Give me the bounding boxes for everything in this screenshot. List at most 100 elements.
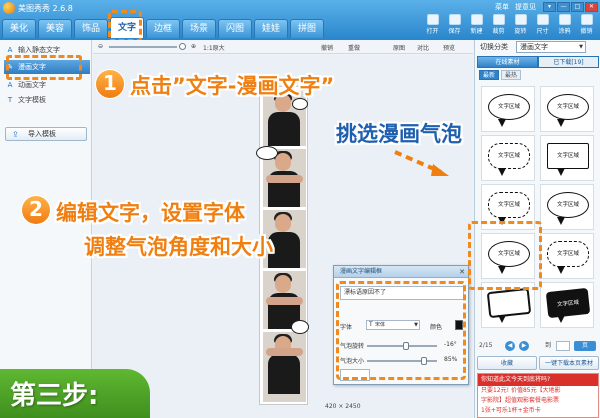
ad-banner[interactable]: 你知道此文今天到底将吗? 只要12元! 价值85元【大地影 字影院】超值观影套餐…	[477, 373, 599, 418]
bubble-template-item[interactable]: 文字区域	[540, 135, 594, 181]
import-template-button[interactable]: ⇪ 导入模板	[5, 127, 87, 141]
new-button[interactable]: 新建	[467, 13, 486, 39]
tab-downloaded[interactable]: 已下载[19]	[538, 56, 599, 68]
tab-border[interactable]: 边框	[146, 19, 180, 38]
tab-flash[interactable]: 闪图	[218, 19, 252, 38]
goto-page-button[interactable]: 页	[574, 341, 596, 351]
close-button[interactable]: ✕	[585, 2, 598, 12]
tab-doll[interactable]: 娃娃	[254, 19, 288, 38]
resize-label: 尺寸	[536, 28, 549, 35]
zoom-out-icon[interactable]: ⊖	[98, 43, 103, 50]
folder-icon	[426, 14, 439, 25]
original-button[interactable]: 原图	[393, 43, 405, 52]
redo-canvas-button[interactable]: 重做	[348, 43, 360, 52]
speech-bubble: 文字区域	[547, 241, 589, 267]
bubble-template-item[interactable]: 文字区域	[540, 233, 594, 279]
title-bar: 美图秀秀 2.6.8 菜单 提意见 ▾ — □ ✕ 美化 美容 饰品 文字 边框…	[0, 0, 600, 40]
page-indicator: 2/15	[479, 342, 493, 349]
preview-button[interactable]: 预览	[443, 43, 455, 52]
undo-button[interactable]: 撤销	[577, 13, 596, 39]
feedback-link[interactable]: 提意见	[515, 2, 536, 12]
bubble-template-item[interactable]: 文字区域	[540, 282, 594, 328]
crop-button[interactable]: 裁剪	[489, 13, 508, 39]
speech-bubble: 文字区域	[547, 94, 589, 120]
doodle-label: 涂鸦	[558, 28, 571, 35]
tab-face[interactable]: 美容	[38, 19, 72, 38]
rotate-button[interactable]: 旋转	[511, 13, 530, 39]
ad-line: 只要12元! 价值85元【大地影	[481, 387, 561, 394]
bubble-tail	[498, 315, 506, 323]
speech-bubble: 文字区域	[488, 94, 530, 120]
category-label: 切换分类	[480, 43, 508, 51]
menu-link[interactable]: 菜单	[495, 2, 509, 12]
comic-bubble-preview[interactable]	[291, 320, 309, 334]
image-size-readout: 420 × 2450	[325, 403, 361, 410]
figure	[266, 348, 303, 356]
bubble-template-item[interactable]: 文字区域	[540, 86, 594, 132]
tab-hottest[interactable]: 最热	[501, 70, 521, 80]
tab-beautify[interactable]: 美化	[2, 19, 36, 38]
favorite-button[interactable]: 收藏	[477, 356, 537, 370]
zoom-slider[interactable]	[109, 46, 177, 48]
sidebar-item-text-template[interactable]: T 文字模板	[4, 93, 90, 107]
next-page-icon[interactable]: ▶	[519, 341, 529, 351]
save-button[interactable]: 保存	[445, 13, 464, 39]
title-links: 菜单 提意见	[495, 2, 536, 12]
bubble-tail	[557, 119, 565, 127]
zoom-in-icon[interactable]: ⊕	[191, 43, 196, 50]
bubble-template-item[interactable]: 文字区域	[540, 184, 594, 230]
bubble-template-item[interactable]: 文字区域	[481, 135, 535, 181]
category-row: 切换分类 漫画文字 ▼	[475, 40, 600, 54]
zoom-actual-label[interactable]: 1:1原大	[203, 43, 225, 52]
text-a-icon: A	[7, 81, 13, 89]
bubble-tail	[557, 168, 565, 176]
dialog-highlight	[336, 281, 466, 380]
tab-newest[interactable]: 最新	[479, 70, 499, 80]
download-page-button[interactable]: 一键下载本页素材	[539, 356, 599, 370]
main-nav-tabs: 美化 美容 饰品 文字 边框 场景 闪图 娃娃 拼图	[2, 17, 324, 40]
material-tabs: 在线素材 已下载[19]	[477, 56, 599, 68]
text-tab-highlight	[108, 10, 142, 42]
ad-headline: 你知道此文今天到底将吗?	[478, 374, 598, 386]
skin-button[interactable]: ▾	[543, 2, 556, 12]
maximize-button[interactable]: □	[571, 2, 584, 12]
chevron-down-icon: ▼	[579, 44, 583, 50]
tab-collage[interactable]: 拼图	[290, 19, 324, 38]
import-template-label: 导入模板	[28, 130, 56, 138]
figure	[275, 214, 291, 232]
canvas-toolbar: ⊖ ⊕ 1:1原大 撤销 重做 原图 对比 预览	[93, 40, 473, 54]
speech-bubble	[486, 287, 532, 319]
dialog-close-icon[interactable]: ✕	[458, 268, 466, 276]
tab-online-material[interactable]: 在线素材	[477, 56, 538, 68]
zoom-slider-thumb[interactable]	[179, 43, 186, 50]
undo-label: 撤销	[580, 28, 593, 35]
resize-button[interactable]: 尺寸	[533, 13, 552, 39]
sidebar-item-animated-text[interactable]: A 动画文字	[4, 78, 90, 92]
open-button[interactable]: 打开	[423, 13, 442, 39]
comic-bubble-preview[interactable]	[256, 146, 278, 160]
doodle-button[interactable]: 涂鸦	[555, 13, 574, 39]
page-number-input[interactable]	[556, 341, 570, 351]
prev-page-icon[interactable]: ◀	[505, 341, 515, 351]
category-select[interactable]: 漫画文字 ▼	[516, 41, 586, 53]
speech-bubble: 文字区域	[547, 143, 589, 169]
material-actions: 收藏 一键下载本页素材	[477, 356, 599, 370]
bubble-tail	[557, 217, 565, 225]
bubble-tail	[498, 119, 506, 127]
speech-bubble: 文字区域	[547, 192, 589, 218]
pager: 2/15 ◀ ▶ 到 页	[479, 340, 599, 352]
figure	[275, 153, 291, 171]
speech-bubble: 文字区域	[488, 143, 530, 169]
tab-scene[interactable]: 场景	[182, 19, 216, 38]
open-label: 打开	[426, 28, 439, 35]
figure	[275, 275, 291, 293]
category-value: 漫画文字	[520, 43, 548, 51]
import-icon: ⇪	[12, 130, 19, 139]
tab-ornaments[interactable]: 饰品	[74, 19, 108, 38]
compare-button[interactable]: 对比	[417, 43, 429, 52]
minimize-button[interactable]: —	[557, 2, 570, 12]
undo-canvas-button[interactable]: 撤销	[321, 43, 333, 52]
bubble-template-item[interactable]: 文字区域	[481, 86, 535, 132]
figure	[268, 112, 300, 146]
dialog-title: 漫画文字编辑框	[334, 266, 468, 278]
